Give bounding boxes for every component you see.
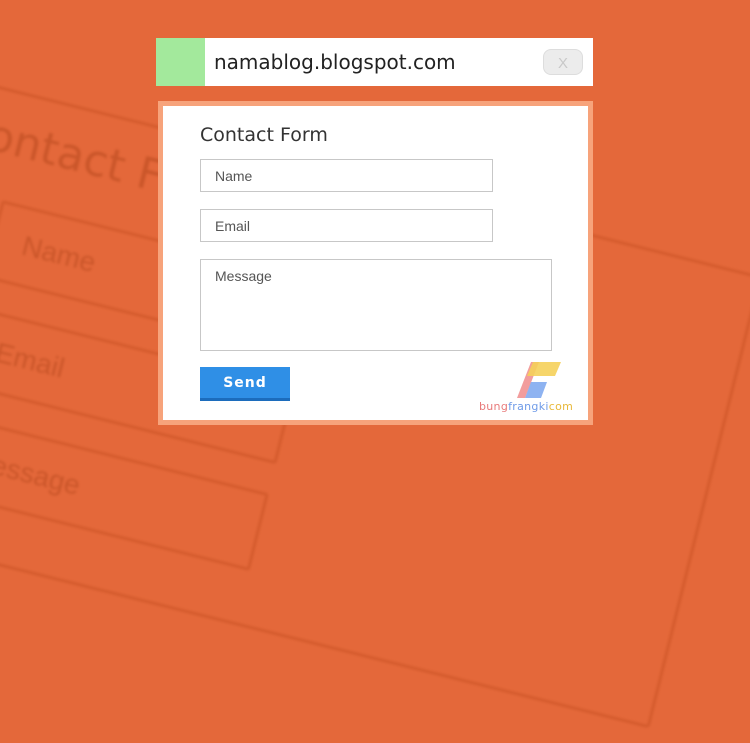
watermark: bungfrangkicom <box>479 400 573 413</box>
background-message-field: Message <box>0 413 269 571</box>
site-url: namablog.blogspot.com <box>214 50 456 74</box>
watermark-part-3: com <box>548 400 574 413</box>
email-input[interactable] <box>200 209 493 242</box>
watermark-part-1: bung <box>479 400 509 413</box>
color-swatch <box>156 38 205 86</box>
header-bar: namablog.blogspot.com X <box>156 38 593 86</box>
watermark-part-2: frangki <box>508 400 549 413</box>
close-button[interactable]: X <box>543 49 583 75</box>
contact-form-card: Contact Form Send bungfrangkicom <box>158 101 593 425</box>
form-title: Contact Form <box>200 124 328 146</box>
send-button[interactable]: Send <box>200 367 290 401</box>
name-input[interactable] <box>200 159 493 192</box>
message-input[interactable] <box>200 259 552 351</box>
